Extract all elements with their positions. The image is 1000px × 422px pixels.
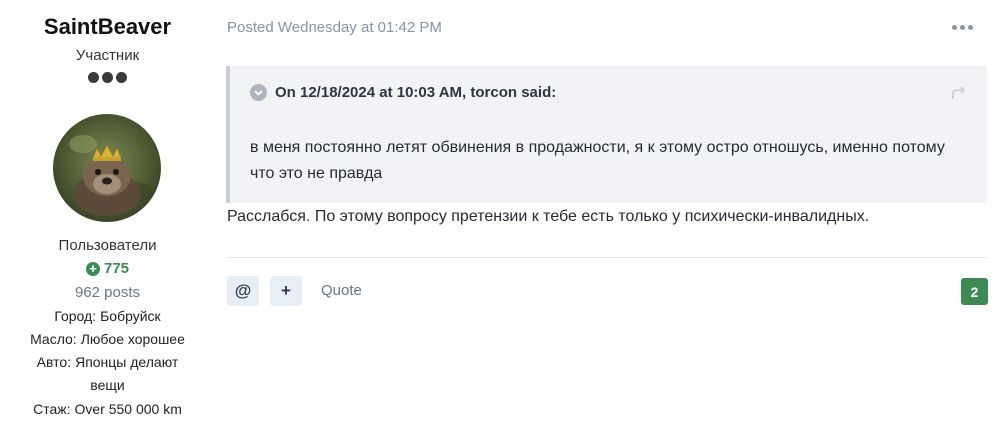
field-city: Город: Бобруйск xyxy=(0,305,215,328)
quote-text: в меня постоянно летят обвинения в прода… xyxy=(250,139,945,182)
beaver-avatar-image xyxy=(53,114,161,222)
reputation-plus-icon: + xyxy=(85,261,100,276)
field-value: Over 550 000 km xyxy=(74,401,182,417)
rank-pip xyxy=(116,72,127,83)
collapse-toggle-icon[interactable] xyxy=(250,84,267,101)
field-key: Город: xyxy=(54,308,97,324)
author-panel: SaintBeaver Участник Пользователи + 775 … xyxy=(0,0,215,422)
multiquote-add-button[interactable]: + xyxy=(270,276,302,306)
field-value: Японцы делают xyxy=(75,354,179,370)
post-body: Расслабся. По этому вопросу претензии к … xyxy=(227,208,870,225)
rank-pip xyxy=(102,72,113,83)
rank-pip xyxy=(88,72,99,83)
divider xyxy=(227,257,987,258)
quote-button[interactable]: Quote xyxy=(321,282,362,299)
author-name[interactable]: SaintBeaver xyxy=(0,14,215,40)
avatar[interactable] xyxy=(53,114,161,222)
reaction-count-badge[interactable]: 2 xyxy=(961,278,988,305)
field-car-continued: вещи xyxy=(0,374,215,397)
quote-block: On 12/18/2024 at 10:03 AM, torcon said: … xyxy=(226,66,987,203)
post-count: 962 posts xyxy=(74,284,141,301)
quote-citation[interactable]: On 12/18/2024 at 10:03 AM, torcon said: xyxy=(275,84,556,101)
field-key: Стаж: xyxy=(33,401,71,417)
reputation-value: 775 xyxy=(103,260,130,277)
field-oil: Масло: Любое хорошее xyxy=(0,328,215,351)
field-key: Масло: xyxy=(30,331,77,347)
reputation: + 775 xyxy=(0,260,215,277)
author-group: Пользователи xyxy=(58,237,157,254)
more-options-icon[interactable] xyxy=(950,17,974,37)
field-value: Любое хорошее xyxy=(80,331,185,347)
post-timestamp[interactable]: Posted Wednesday at 01:42 PM xyxy=(227,19,442,36)
field-experience: Стаж: Over 550 000 km xyxy=(0,398,215,421)
field-car: Авто: Японцы делают xyxy=(0,351,215,374)
author-rank: Участник xyxy=(75,47,140,64)
mention-button[interactable]: @ xyxy=(227,276,259,306)
field-key: Авто: xyxy=(36,354,72,370)
field-value: вещи xyxy=(90,377,125,393)
rank-pips xyxy=(0,72,215,83)
field-value: Бобруйск xyxy=(100,308,161,324)
quote-header: On 12/18/2024 at 10:03 AM, torcon said: xyxy=(250,84,556,101)
go-to-quoted-post-icon[interactable] xyxy=(951,86,969,100)
